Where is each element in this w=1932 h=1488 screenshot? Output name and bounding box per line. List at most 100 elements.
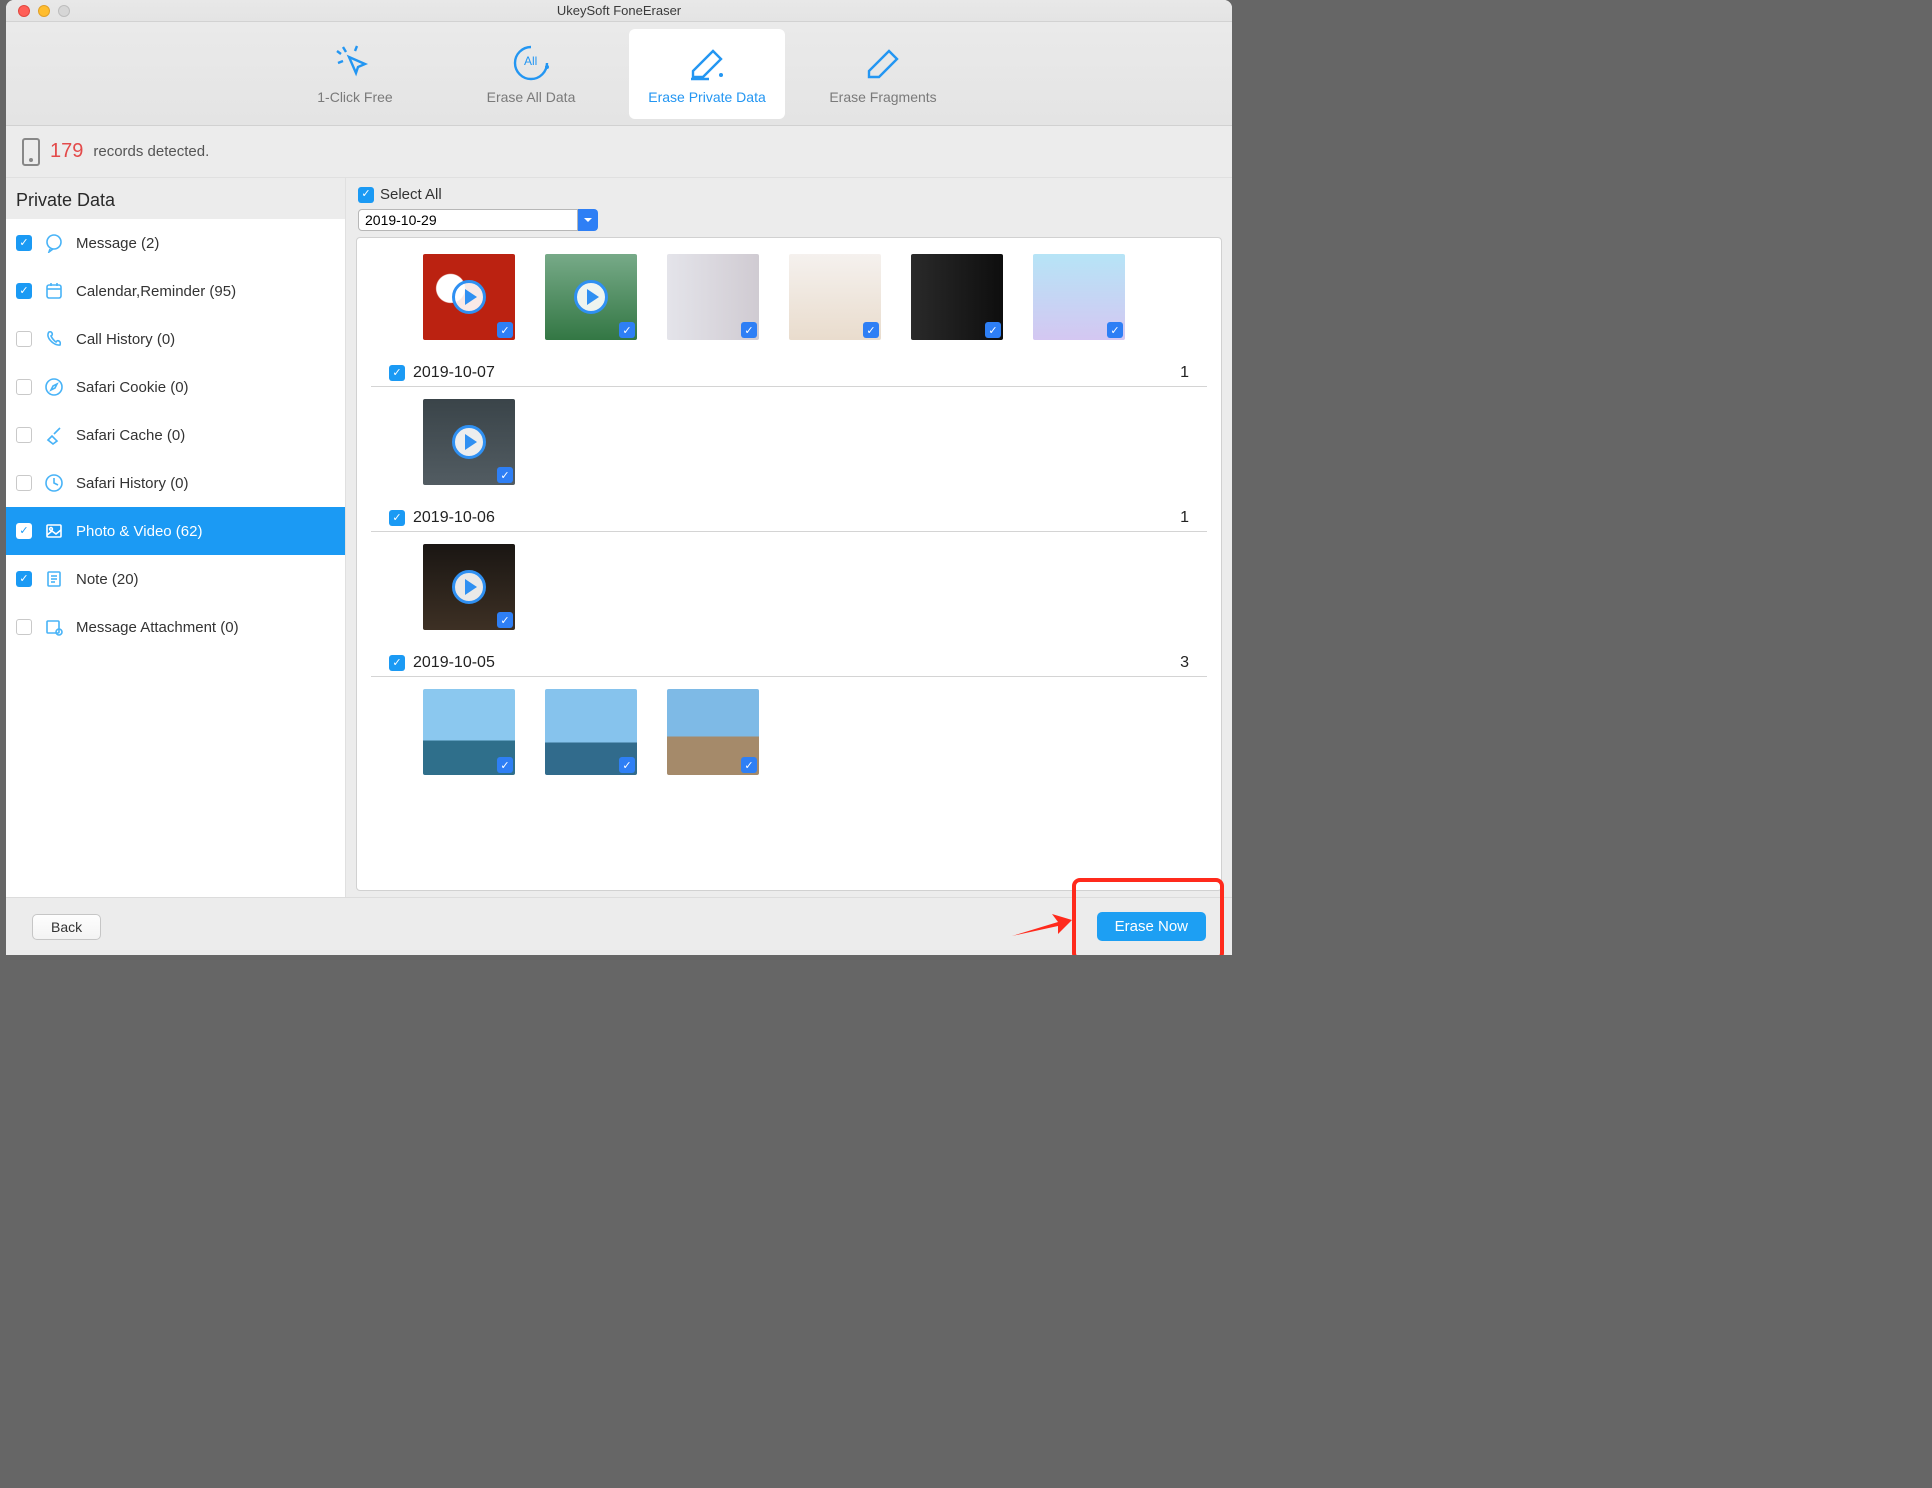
thumbnail[interactable]: ✓: [423, 544, 515, 630]
thumbnail[interactable]: ✓: [1033, 254, 1125, 340]
thumbnail-checkbox[interactable]: ✓: [619, 757, 635, 773]
close-window-button[interactable]: [18, 5, 30, 17]
sidebar-item-safarihistory[interactable]: Safari History (0): [6, 459, 345, 507]
thumbnail-checkbox[interactable]: ✓: [497, 467, 513, 483]
sidebar-item-checkbox[interactable]: [16, 379, 32, 395]
select-all-checkbox[interactable]: [358, 187, 374, 203]
erase-fragments-icon: [861, 43, 905, 83]
sidebar-item-attach[interactable]: Message Attachment (0): [6, 603, 345, 651]
thumbnail-checkbox[interactable]: ✓: [497, 322, 513, 338]
thumbnail[interactable]: ✓: [423, 399, 515, 485]
sidebar-item-checkbox[interactable]: [16, 235, 32, 251]
sidebar-item-label: Calendar,Reminder (95): [76, 283, 236, 300]
date-dropdown-input[interactable]: [358, 209, 578, 231]
sidebar-item-label: Call History (0): [76, 331, 175, 348]
sidebar-item-safaricache[interactable]: Safari Cache (0): [6, 411, 345, 459]
thumbnail-checkbox[interactable]: ✓: [1107, 322, 1123, 338]
group-checkbox[interactable]: [389, 655, 405, 671]
thumbnail-checkbox[interactable]: ✓: [497, 612, 513, 628]
thumbnail[interactable]: ✓: [789, 254, 881, 340]
content: Select All ✓✓✓✓✓✓2019-10-071✓2019-10-061…: [346, 178, 1232, 897]
erase-now-button[interactable]: Erase Now: [1097, 912, 1206, 941]
thumbnail[interactable]: ✓: [545, 254, 637, 340]
erase-private-icon: [685, 43, 729, 83]
sidebar-item-label: Message (2): [76, 235, 159, 252]
sidebar-item-checkbox[interactable]: [16, 283, 32, 299]
thumbnail-checkbox[interactable]: ✓: [985, 322, 1001, 338]
annotation-arrow: [1012, 908, 1072, 944]
sidebar-item-label: Note (20): [76, 571, 139, 588]
titlebar: UkeySoft FoneEraser: [6, 0, 1232, 22]
sidebar-item-checkbox[interactable]: [16, 571, 32, 587]
sidebar-item-message[interactable]: Message (2): [6, 219, 345, 267]
date-dropdown[interactable]: [358, 209, 598, 231]
sidebar-item-checkbox[interactable]: [16, 619, 32, 635]
sidebar-item-calendar[interactable]: Calendar,Reminder (95): [6, 267, 345, 315]
group-checkbox[interactable]: [389, 510, 405, 526]
tab-click-free[interactable]: 1-Click Free: [277, 29, 433, 119]
tab-erase-fragments[interactable]: Erase Fragments: [805, 29, 961, 119]
tab-label: 1-Click Free: [317, 89, 392, 105]
records-count: 179: [50, 140, 83, 163]
thumbnail[interactable]: ✓: [545, 689, 637, 775]
group-header[interactable]: 2019-10-053: [371, 648, 1207, 677]
group-checkbox[interactable]: [389, 365, 405, 381]
thumbnail-group: ✓ ✓ ✓ ✓ ✓ ✓: [357, 242, 1221, 348]
thumbnail[interactable]: ✓: [667, 689, 759, 775]
thumbnail-group: 2019-10-061 ✓: [357, 503, 1221, 638]
select-all-row[interactable]: Select All: [358, 186, 1220, 203]
sidebar-item-checkbox[interactable]: [16, 523, 32, 539]
sidebar-item-label: Safari History (0): [76, 475, 189, 492]
thumbs-row: ✓ ✓ ✓ ✓ ✓ ✓: [357, 242, 1221, 348]
back-button[interactable]: Back: [32, 914, 101, 940]
main: Private Data Message (2) Calendar,Reminde…: [6, 178, 1232, 897]
tab-label: Erase Fragments: [829, 89, 936, 105]
thumbnail[interactable]: ✓: [423, 689, 515, 775]
group-header[interactable]: 2019-10-061: [371, 503, 1207, 532]
thumbs-row: ✓ ✓ ✓: [357, 677, 1221, 783]
tab-label: Erase All Data: [487, 89, 576, 105]
calendar-icon: [44, 281, 64, 301]
sidebar-item-photovideo[interactable]: Photo & Video (62): [6, 507, 345, 555]
group-count: 1: [1180, 364, 1189, 382]
thumbnail-checkbox[interactable]: ✓: [741, 757, 757, 773]
thumbnail-checkbox[interactable]: ✓: [863, 322, 879, 338]
thumbnail-checkbox[interactable]: ✓: [497, 757, 513, 773]
thumbnail-checkbox[interactable]: ✓: [741, 322, 757, 338]
sidebar-item-checkbox[interactable]: [16, 475, 32, 491]
clock-icon: [44, 473, 64, 493]
sidebar-item-callhistory[interactable]: Call History (0): [6, 315, 345, 363]
group-count: 1: [1180, 509, 1189, 527]
svg-text:All: All: [524, 54, 537, 68]
group-date-label: 2019-10-05: [413, 654, 495, 672]
phone-icon: [22, 138, 40, 166]
minimize-window-button[interactable]: [38, 5, 50, 17]
group-header[interactable]: 2019-10-07 1: [371, 358, 1207, 387]
group-date-label: 2019-10-07: [413, 364, 495, 382]
thumbnail-group: 2019-10-053 ✓ ✓ ✓: [357, 648, 1221, 783]
zoom-window-button[interactable]: [58, 5, 70, 17]
sidebar-item-safaricookie[interactable]: Safari Cookie (0): [6, 363, 345, 411]
thumbnail-group: 2019-10-07 1 ✓: [357, 358, 1221, 493]
thumbnail-checkbox[interactable]: ✓: [619, 322, 635, 338]
sidebar-item-label: Message Attachment (0): [76, 619, 239, 636]
phone-icon: [44, 329, 64, 349]
sidebar-item-note[interactable]: Note (20): [6, 555, 345, 603]
tab-erase-private[interactable]: Erase Private Data: [629, 29, 785, 119]
thumbnail[interactable]: ✓: [667, 254, 759, 340]
thumbnail[interactable]: ✓: [423, 254, 515, 340]
sidebar-item-checkbox[interactable]: [16, 331, 32, 347]
thumbs-row: ✓: [357, 387, 1221, 493]
sidebar-title: Private Data: [6, 178, 345, 219]
sidebar-item-checkbox[interactable]: [16, 427, 32, 443]
sidebar-list: Message (2) Calendar,Reminder (95) Call Hi…: [6, 219, 345, 897]
app-window: UkeySoft FoneEraser 1-Click Free All Era…: [6, 0, 1232, 955]
play-icon: [452, 570, 486, 604]
cursor-icon: [335, 43, 375, 83]
tab-erase-all[interactable]: All Erase All Data: [453, 29, 609, 119]
gallery[interactable]: ✓✓✓✓✓✓2019-10-071✓2019-10-061✓2019-10-05…: [356, 237, 1222, 891]
thumbnail[interactable]: ✓: [911, 254, 1003, 340]
play-icon: [574, 280, 608, 314]
brush-icon: [44, 425, 64, 445]
chevron-down-icon[interactable]: [578, 209, 598, 231]
